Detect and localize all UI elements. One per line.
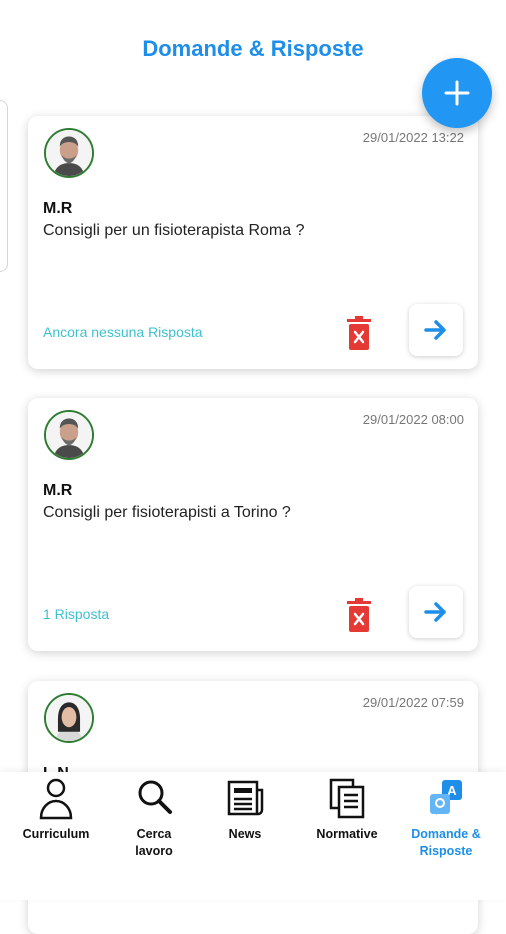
open-question-button[interactable]	[409, 586, 463, 638]
question-author: M.R	[43, 200, 73, 217]
partial-card	[0, 100, 8, 272]
man-avatar	[44, 128, 94, 178]
question-text: Consigli per fisioterapisti a Torino ?	[43, 504, 291, 521]
bottom-nav: Curriculum Cerca lavoro News Normative A …	[0, 772, 506, 900]
question-author: M.R	[43, 482, 73, 499]
trash-icon[interactable]	[345, 598, 373, 632]
answers-count[interactable]: Ancora nessuna Risposta	[43, 324, 203, 340]
open-question-button[interactable]	[409, 304, 463, 356]
person-icon	[36, 776, 76, 820]
question-date: 29/01/2022 07:59	[362, 695, 464, 710]
add-question-button[interactable]	[422, 58, 492, 128]
answers-count[interactable]: 1 Risposta	[43, 606, 109, 622]
nav-label: Curriculum	[22, 827, 90, 841]
woman-avatar	[44, 693, 94, 743]
trash-icon[interactable]	[345, 316, 373, 350]
arrow-right-icon	[424, 602, 446, 622]
plus-icon	[444, 80, 470, 106]
question-card[interactable]: 29/01/2022 13:22 M.R Consigli per un fis…	[28, 116, 478, 369]
nav-label: Cerca lavoro	[135, 827, 173, 858]
page-title: Domande & Risposte	[142, 36, 364, 61]
nav-label: News	[228, 827, 262, 841]
documents-icon	[327, 776, 367, 820]
question-card[interactable]: 29/01/2022 08:00 M.R Consigli per fisiot…	[28, 398, 478, 651]
question-text: Consigli per un fisioterapista Roma ?	[43, 222, 305, 239]
arrow-right-icon	[424, 320, 446, 340]
nav-label: Normative	[316, 827, 378, 841]
nav-label: Domande & Risposte	[411, 827, 481, 858]
question-date: 29/01/2022 08:00	[362, 412, 464, 427]
man-avatar	[44, 410, 94, 460]
question-date: 29/01/2022 13:22	[362, 130, 464, 145]
search-icon	[134, 776, 174, 820]
qa-icon: A	[426, 776, 466, 820]
news-icon	[225, 776, 265, 820]
